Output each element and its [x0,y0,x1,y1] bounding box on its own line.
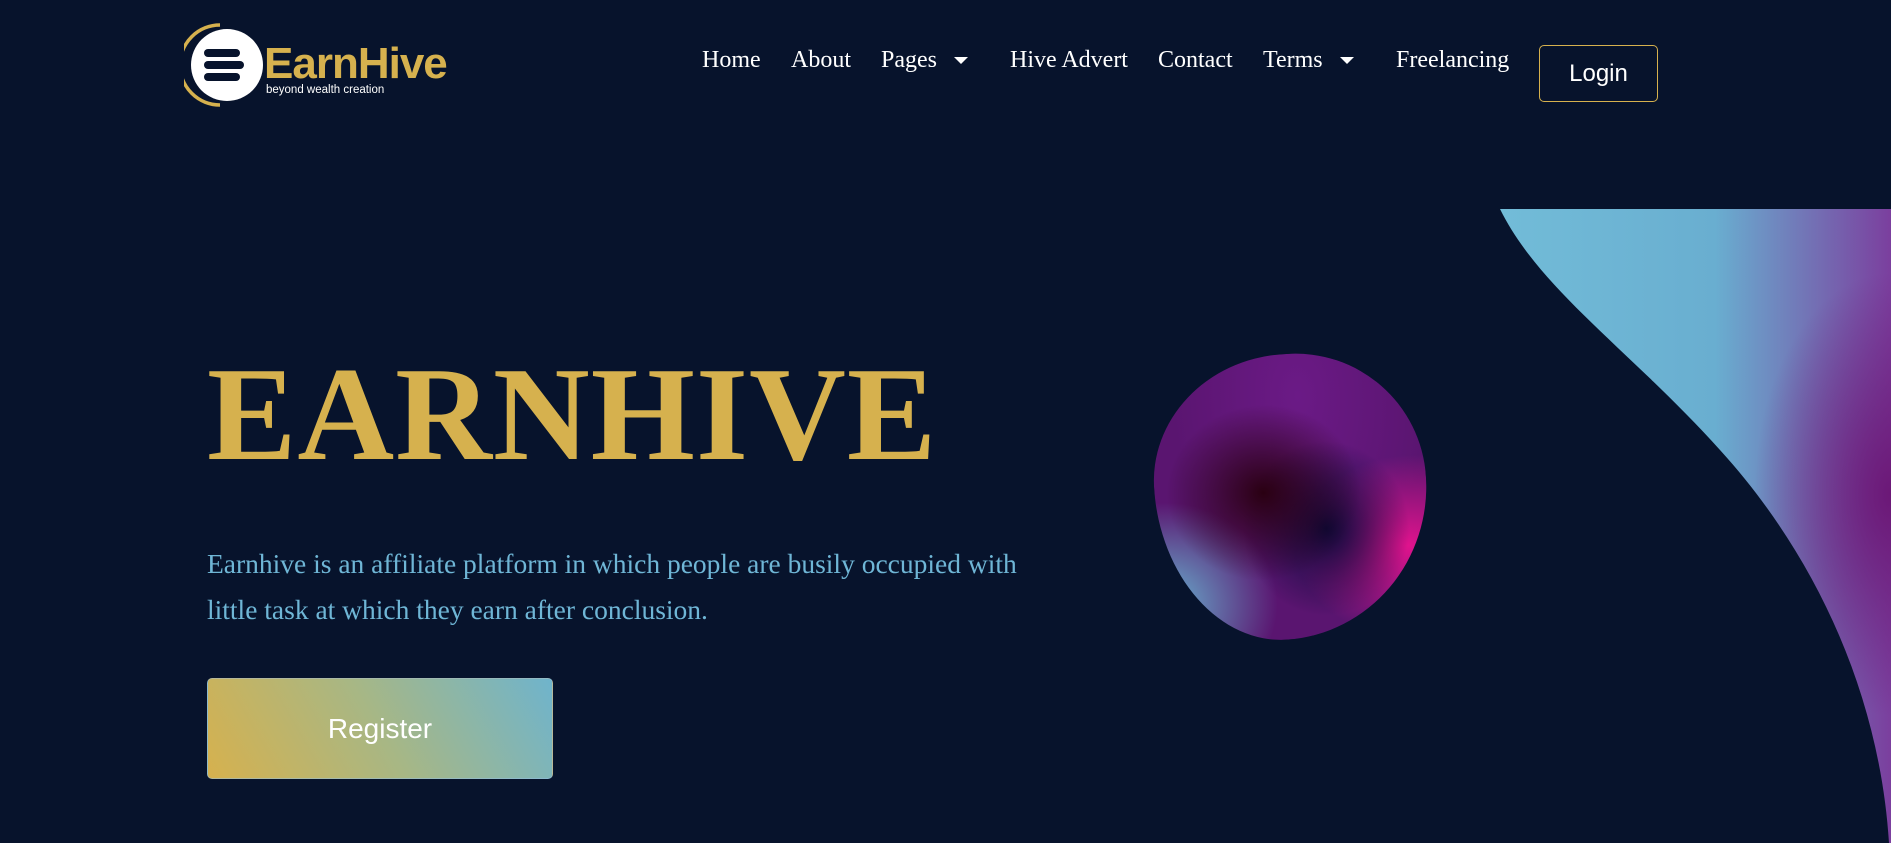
decorative-gradient-blob [1145,344,1437,649]
caret-down-icon [1339,57,1354,64]
nav-item-pages-label: Pages [881,46,937,73]
nav-item-pages[interactable]: Pages [881,45,968,75]
login-button[interactable]: Login [1539,45,1658,102]
caret-down-icon [954,57,968,64]
brand-name: EarnHive [264,39,448,88]
nav-item-terms-label: Terms [1263,46,1323,73]
nav-item-contact[interactable]: Contact [1158,45,1233,75]
hero-description: Earnhive is an affiliate platform in whi… [207,548,1017,625]
logo-mark-icon [184,23,263,107]
nav-item-home[interactable]: Home [702,45,761,75]
brand-logo[interactable]: EarnHive beyond wealth creation [184,22,448,108]
nav-item-freelancing[interactable]: Freelancing [1396,45,1509,75]
register-button[interactable]: Register [207,678,553,779]
hero-title: EARNHIVE [207,340,938,488]
brand-tagline: beyond wealth creation [266,84,385,96]
nav-item-about[interactable]: About [791,45,851,75]
nav-item-hive-advert[interactable]: Hive Advert [1010,45,1128,75]
nav-item-terms[interactable]: Terms [1263,45,1354,75]
